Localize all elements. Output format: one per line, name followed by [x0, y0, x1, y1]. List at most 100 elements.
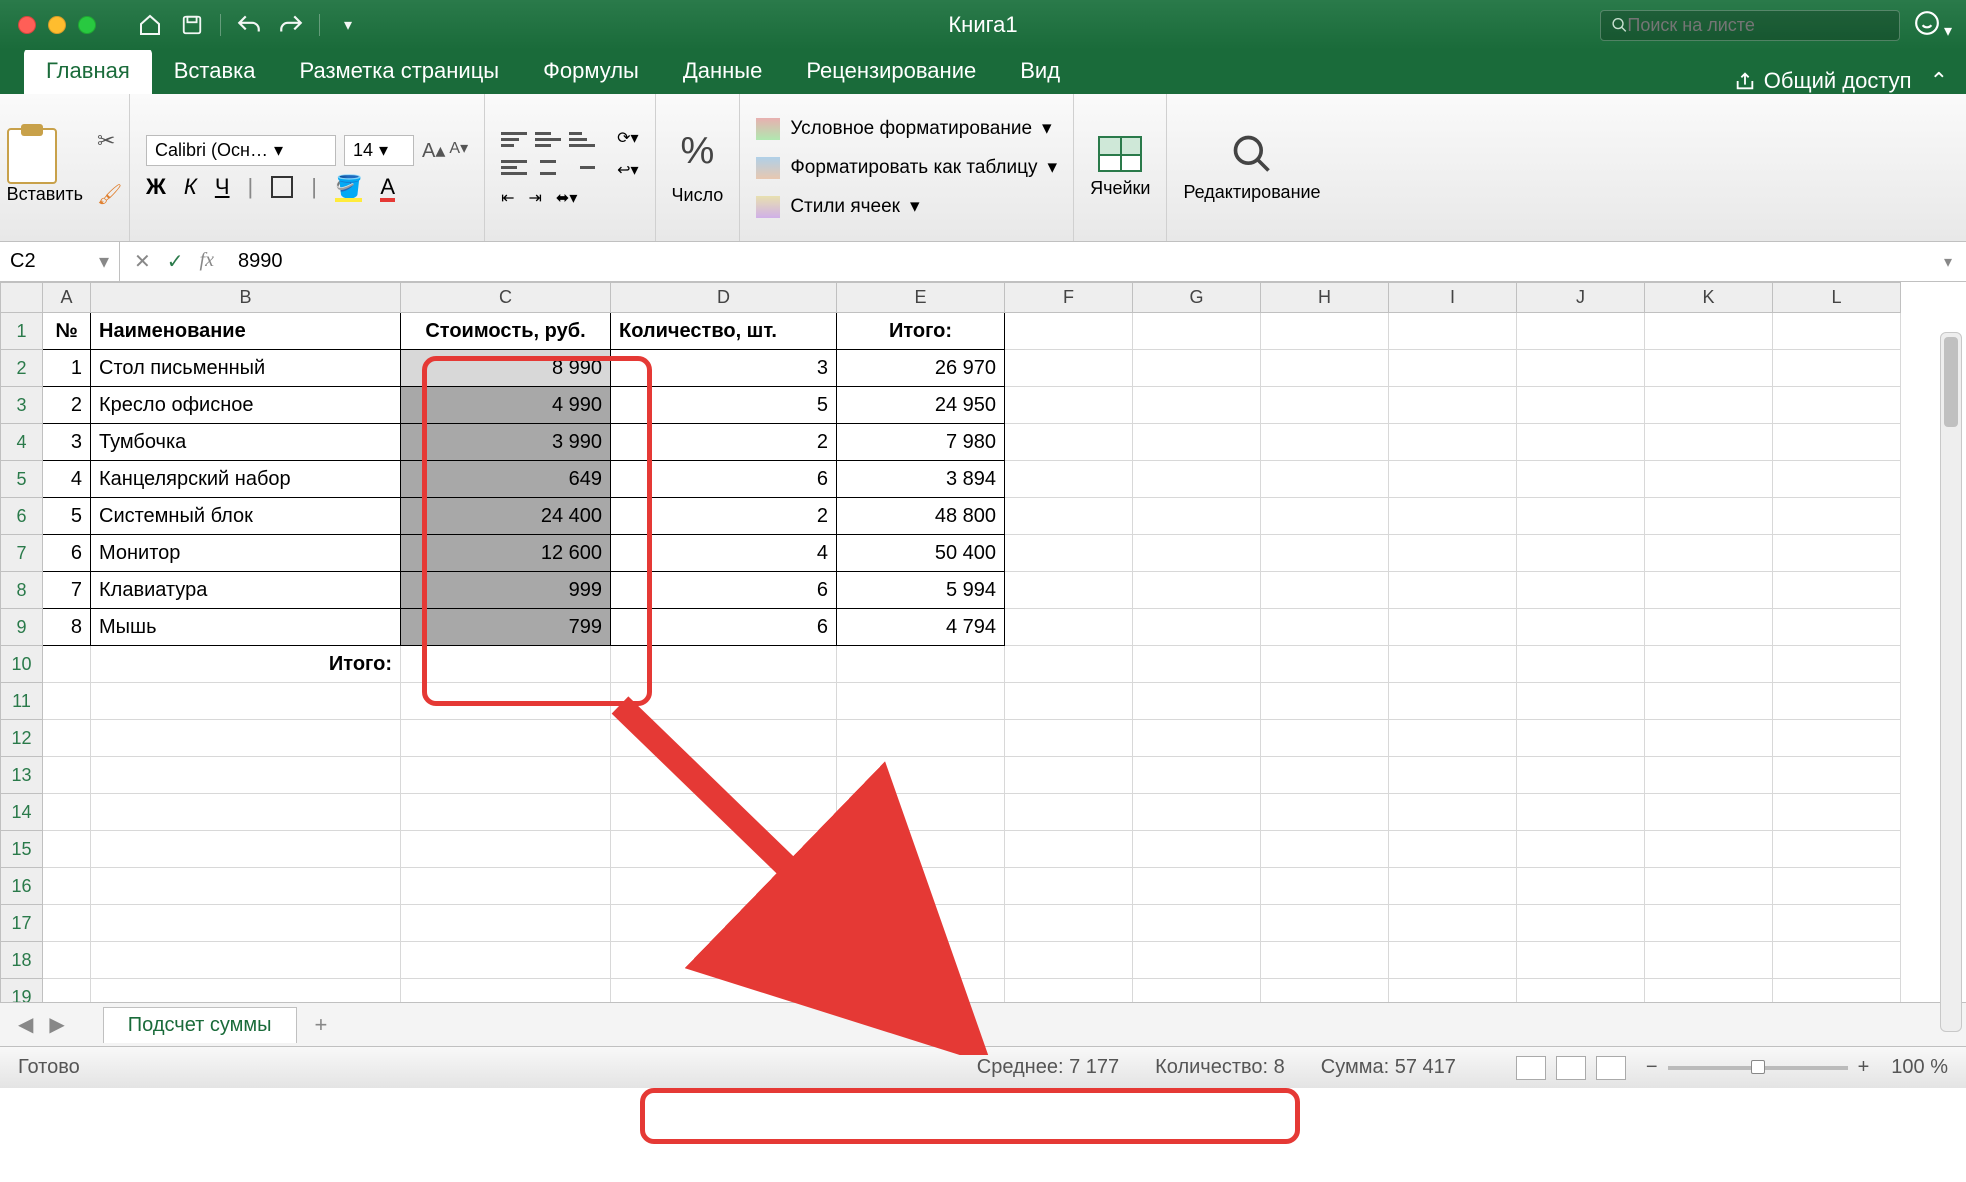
cell[interactable]: №: [43, 313, 91, 350]
row-header[interactable]: 6: [1, 498, 43, 535]
cell[interactable]: 6: [611, 461, 837, 498]
percent-icon[interactable]: %: [681, 130, 715, 173]
row-header[interactable]: 1: [1, 313, 43, 350]
cut-icon[interactable]: ✂: [97, 128, 122, 154]
cell[interactable]: 7 980: [837, 424, 1005, 461]
cancel-formula-icon[interactable]: ✕: [134, 249, 151, 274]
cell[interactable]: Количество, шт.: [611, 313, 837, 350]
row-header[interactable]: 4: [1, 424, 43, 461]
font-size-selector[interactable]: 14▾: [344, 135, 414, 166]
tab-insert[interactable]: Вставка: [152, 48, 278, 94]
select-all-corner[interactable]: [1, 283, 43, 313]
row-header[interactable]: 19: [1, 979, 43, 1003]
cell[interactable]: 6: [611, 609, 837, 646]
col-header[interactable]: C: [401, 283, 611, 313]
decrease-font-icon[interactable]: A▾: [449, 138, 468, 163]
row-header[interactable]: 11: [1, 683, 43, 720]
align-bottom-icon[interactable]: [569, 129, 595, 151]
col-header[interactable]: I: [1389, 283, 1517, 313]
tab-home[interactable]: Главная: [24, 48, 152, 94]
align-top-icon[interactable]: [501, 129, 527, 151]
cell[interactable]: Тумбочка: [91, 424, 401, 461]
cell-styles-button[interactable]: Стили ячеек ▾: [756, 191, 1057, 222]
name-box[interactable]: C2▾: [0, 242, 120, 281]
fx-icon[interactable]: fx: [200, 249, 214, 274]
cell[interactable]: Наименование: [91, 313, 401, 350]
zoom-control[interactable]: − + 100 %: [1646, 1056, 1948, 1079]
cell[interactable]: Монитор: [91, 535, 401, 572]
row-header[interactable]: 2: [1, 350, 43, 387]
increase-font-icon[interactable]: A▴: [422, 138, 445, 163]
sheet-prev-icon[interactable]: ◀: [10, 1012, 41, 1037]
row-header[interactable]: 16: [1, 868, 43, 905]
cell[interactable]: 12 600: [401, 535, 611, 572]
align-right-icon[interactable]: [569, 157, 595, 179]
cell[interactable]: 5: [611, 387, 837, 424]
col-header[interactable]: H: [1261, 283, 1389, 313]
merge-cells-icon[interactable]: ⬌▾: [556, 188, 577, 208]
align-center-icon[interactable]: [535, 157, 561, 179]
vertical-scrollbar[interactable]: [1940, 332, 1962, 1032]
cell[interactable]: 5: [43, 498, 91, 535]
cell[interactable]: 2: [43, 387, 91, 424]
cell[interactable]: 3: [43, 424, 91, 461]
save-icon[interactable]: [178, 11, 206, 39]
cell[interactable]: 5 994: [837, 572, 1005, 609]
sheet-tab[interactable]: Подсчет суммы: [103, 1007, 297, 1043]
tab-data[interactable]: Данные: [661, 48, 784, 94]
row-header[interactable]: 9: [1, 609, 43, 646]
cell[interactable]: Системный блок: [91, 498, 401, 535]
close-window[interactable]: [18, 16, 36, 34]
collapse-ribbon-icon[interactable]: ⌃: [1930, 68, 1948, 94]
cell[interactable]: 24 950: [837, 387, 1005, 424]
normal-view-icon[interactable]: [1516, 1056, 1546, 1080]
row-header[interactable]: 10: [1, 646, 43, 683]
cell[interactable]: 4: [611, 535, 837, 572]
sheet-next-icon[interactable]: ▶: [41, 1012, 72, 1037]
row-header[interactable]: 3: [1, 387, 43, 424]
cell[interactable]: 799: [401, 609, 611, 646]
col-header[interactable]: J: [1517, 283, 1645, 313]
page-layout-view-icon[interactable]: [1556, 1056, 1586, 1080]
cell[interactable]: 999: [401, 572, 611, 609]
add-sheet-icon[interactable]: +: [297, 1006, 346, 1044]
format-as-table-button[interactable]: Форматировать как таблицу ▾: [756, 152, 1057, 183]
tab-view[interactable]: Вид: [998, 48, 1082, 94]
row-header[interactable]: 8: [1, 572, 43, 609]
font-color-button[interactable]: А: [380, 174, 395, 200]
tab-review[interactable]: Рецензирование: [784, 48, 998, 94]
paste-icon[interactable]: [7, 128, 57, 184]
zoom-window[interactable]: [78, 16, 96, 34]
cell[interactable]: 1: [43, 350, 91, 387]
underline-button[interactable]: Ч: [215, 174, 230, 200]
font-selector[interactable]: Calibri (Осн…▾: [146, 135, 336, 166]
tab-page-layout[interactable]: Разметка страницы: [278, 48, 522, 94]
col-header[interactable]: B: [91, 283, 401, 313]
zoom-out-icon[interactable]: −: [1646, 1056, 1658, 1079]
cell[interactable]: 8: [43, 609, 91, 646]
home-icon[interactable]: [136, 11, 164, 39]
cell[interactable]: Клавиатура: [91, 572, 401, 609]
editing-button[interactable]: Редактирование: [1183, 132, 1320, 203]
cell-active[interactable]: 8 990: [401, 350, 611, 387]
bold-button[interactable]: Ж: [146, 174, 166, 200]
cell[interactable]: 2: [611, 498, 837, 535]
minimize-window[interactable]: [48, 16, 66, 34]
cell[interactable]: 2: [611, 424, 837, 461]
cell[interactable]: 26 970: [837, 350, 1005, 387]
orientation-icon[interactable]: ⟳▾: [617, 128, 638, 148]
undo-icon[interactable]: [235, 11, 263, 39]
cell[interactable]: Итого:: [837, 313, 1005, 350]
row-header[interactable]: 15: [1, 831, 43, 868]
col-header[interactable]: L: [1773, 283, 1901, 313]
col-header[interactable]: F: [1005, 283, 1133, 313]
spreadsheet-grid[interactable]: A B C D E F G H I J K L 1 № Наименование…: [0, 282, 1966, 1002]
cell[interactable]: 50 400: [837, 535, 1005, 572]
row-header[interactable]: 13: [1, 757, 43, 794]
format-painter-icon[interactable]: 🖌: [97, 182, 122, 207]
col-header[interactable]: D: [611, 283, 837, 313]
share-button[interactable]: Общий доступ: [1734, 68, 1912, 94]
cell[interactable]: 649: [401, 461, 611, 498]
cell[interactable]: 48 800: [837, 498, 1005, 535]
feedback-icon[interactable]: ▾: [1914, 10, 1952, 41]
